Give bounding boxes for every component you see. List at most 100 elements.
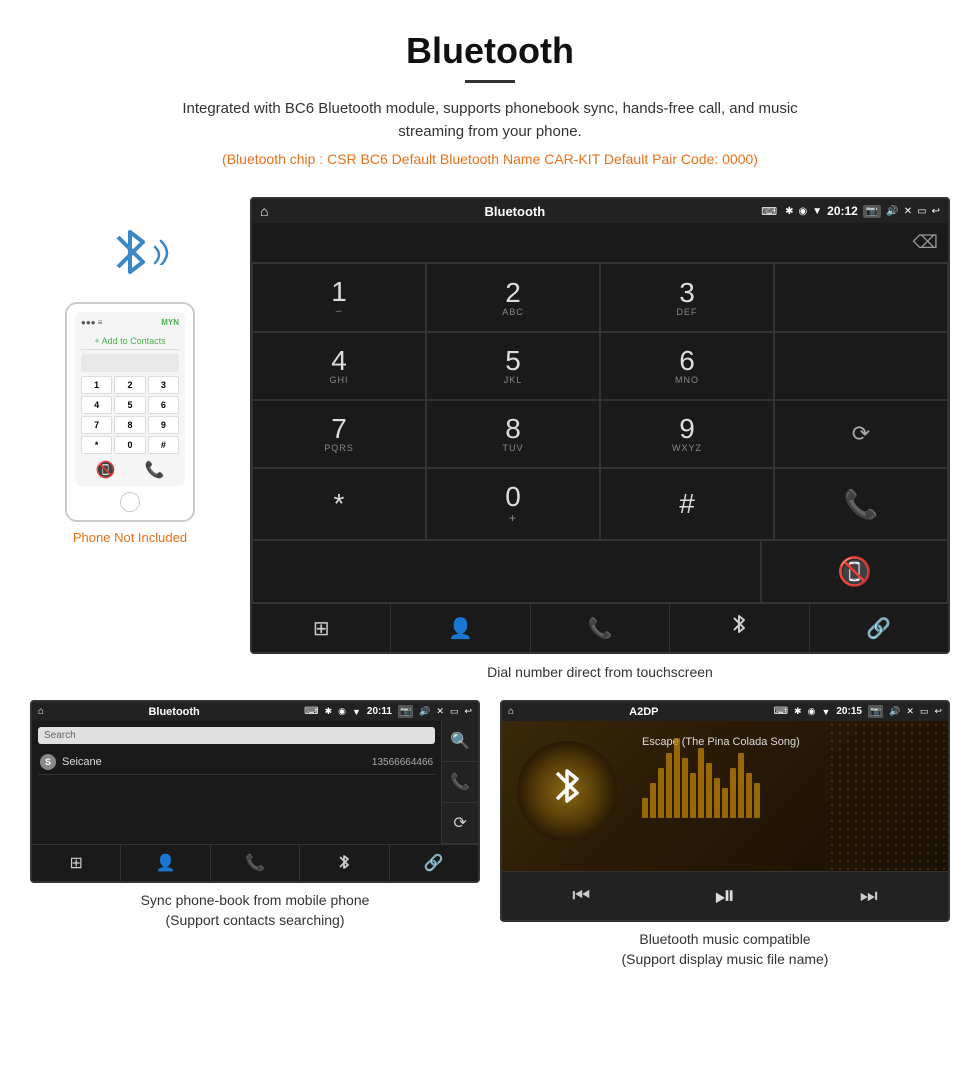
phone-screen: ●●● ≡ MYN + Add to Contacts 1 2 3 4 5 6 … [75,312,185,486]
pb-wifi-icon: ▼ [352,707,361,717]
phone-icon: 📞 [588,616,613,641]
pb-contact-row[interactable]: S Seicane 13566664466 [38,750,435,775]
title-divider [465,80,515,83]
bluetooth-icon-container [108,227,153,292]
key-2[interactable]: 2 ABC [426,263,600,332]
music-home-icon[interactable]: ⌂ [508,706,514,717]
music-play-btn[interactable]: ⏯ [715,880,736,912]
pb-location-icon: ◉ [338,706,346,717]
phone-bottom-bar: 📵 📞 [81,460,179,480]
music-bt-album-icon [550,766,585,816]
music-viz-bar-5 [682,758,688,818]
dial-camera-icon[interactable]: 📷 [863,205,881,218]
phone-top-bar: ●●● ≡ MYN [81,318,179,327]
music-usb-icon: ⌨ [774,706,788,717]
pb-nav-keypad[interactable]: ⊞ [32,845,121,881]
music-caption-text: Bluetooth music compatible(Support displ… [622,931,829,967]
music-close-icon[interactable]: ✕ [906,706,914,717]
key-4[interactable]: 4 GHI [252,332,426,400]
nav-contacts-btn[interactable]: 👤 [391,604,530,652]
nav-phone-btn[interactable]: 📞 [531,604,670,652]
phone-key-hash[interactable]: # [148,436,179,454]
key-5[interactable]: 5 JKL [426,332,600,400]
pb-camera-icon[interactable]: 📷 [398,705,413,718]
phone-key-8[interactable]: 8 [114,416,145,434]
phone-key-1[interactable]: 1 [81,376,112,394]
phone-call-btn[interactable]: 📞 [145,460,165,480]
phone-key-2[interactable]: 2 [114,376,145,394]
bluetooth-decorative-icon [108,247,153,291]
music-prev-btn[interactable]: ⏮ [572,885,590,908]
pb-bt-icon: ✱ [325,706,333,717]
phone-key-0[interactable]: 0 [114,436,145,454]
phone-mockup: ●●● ≡ MYN + Add to Contacts 1 2 3 4 5 6 … [65,302,195,522]
music-camera-icon[interactable]: 📷 [868,705,883,718]
key-6[interactable]: 6 MNO [600,332,774,400]
pb-list-area: Search S Seicane 13566664466 [32,721,441,844]
key-3[interactable]: 3 DEF [600,263,774,332]
pb-window-icon[interactable]: ▭ [450,706,459,717]
dial-usb-icon: ⌨ [761,205,777,218]
phone-key-9[interactable]: 9 [148,416,179,434]
pb-close-icon[interactable]: ✕ [436,706,444,717]
music-viz-bar-7 [698,748,704,818]
dial-home-icon[interactable]: ⌂ [260,203,268,219]
phone-key-6[interactable]: 6 [148,396,179,414]
key-reload[interactable]: ⟳ [774,400,948,468]
phone-end-btn[interactable]: 📵 [96,460,116,480]
pb-search-field[interactable]: Search [38,727,435,744]
pb-usb-icon: ⌨ [304,706,318,717]
pb-home-icon[interactable]: ⌂ [38,706,44,717]
key-8[interactable]: 8 TUV [426,400,600,468]
nav-keypad-btn[interactable]: ⊞ [252,604,391,652]
nav-link-btn[interactable]: 🔗 [810,604,948,652]
music-caption: Bluetooth music compatible(Support displ… [622,930,829,969]
dial-bt-icon: ✱ [785,206,793,217]
phone-key-4[interactable]: 4 [81,396,112,414]
dial-volume-icon[interactable]: 🔊 [886,206,898,217]
phone-key-star[interactable]: * [81,436,112,454]
pb-call-btn[interactable]: 📞 [442,762,478,803]
phone-not-included-label: Phone Not Included [73,530,187,545]
pb-search-btn[interactable]: 🔍 [442,721,478,762]
key-end-call[interactable]: 📵 [761,540,948,603]
pb-nav-contacts[interactable]: 👤 [121,845,210,881]
phone-key-3[interactable]: 3 [148,376,179,394]
pb-volume-icon[interactable]: 🔊 [419,706,430,717]
dial-time: 20:12 [827,204,858,218]
pb-nav-link[interactable]: 🔗 [390,845,478,881]
key-9[interactable]: 9 WXYZ [600,400,774,468]
key-call[interactable]: 📞 [774,468,948,540]
music-viz-bar-9 [714,778,720,818]
phone-key-7[interactable]: 7 [81,416,112,434]
music-viz-bar-4 [674,738,680,818]
dial-window-icon[interactable]: ▭ [917,206,926,217]
phone-home-button[interactable] [120,492,140,512]
key-1[interactable]: 1 ∽ [252,263,426,332]
music-viz-bar-13 [746,773,752,818]
music-window-icon[interactable]: ▭ [920,706,929,717]
pb-nav-phone[interactable]: 📞 [211,845,300,881]
music-volume-icon[interactable]: 🔊 [889,706,900,717]
key-7[interactable]: 7 PQRS [252,400,426,468]
dial-close-icon[interactable]: ✕ [904,206,912,217]
music-viz-bar-10 [722,788,728,818]
main-content: ●●● ≡ MYN + Add to Contacts 1 2 3 4 5 6 … [0,197,980,680]
music-back-icon[interactable]: ↩ [934,706,942,717]
music-viz-bar-11 [730,768,736,818]
key-0[interactable]: 0 + [426,468,600,540]
phone-add-contact-btn[interactable]: + Add to Contacts [81,333,179,350]
music-time: 20:15 [836,706,862,717]
backspace-button[interactable]: ⌫ [913,232,938,253]
key-hash[interactable]: # [600,468,774,540]
dial-back-icon[interactable]: ↩ [932,206,940,217]
phone-key-5[interactable]: 5 [114,396,145,414]
call-icon: 📞 [844,488,879,521]
dial-status-icons: ✱ ◉ ▼ 20:12 📷 🔊 ✕ ▭ ↩ [785,204,940,218]
key-star[interactable]: * [252,468,426,540]
nav-bt-btn[interactable] [670,604,809,652]
pb-reload-btn[interactable]: ⟳ [442,803,478,844]
pb-nav-bt[interactable] [300,845,389,881]
music-next-btn[interactable]: ⏭ [860,885,878,908]
pb-back-icon[interactable]: ↩ [464,706,472,717]
